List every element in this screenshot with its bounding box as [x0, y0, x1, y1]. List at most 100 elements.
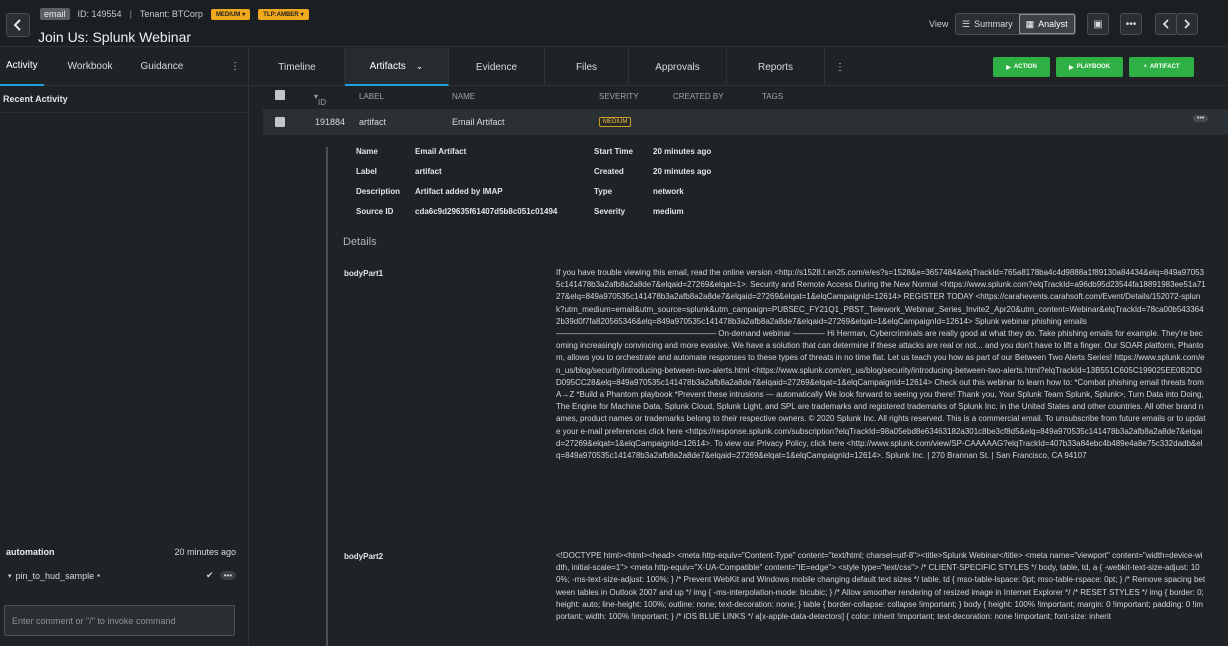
detail-created-key: Created — [594, 167, 624, 176]
chevron-down-icon: ⌄ — [415, 60, 424, 71]
chevron-down-icon: ▾ — [300, 11, 304, 18]
tab-evidence[interactable]: Evidence — [449, 48, 545, 86]
more-icon: ••• — [1125, 18, 1137, 30]
col-severity[interactable]: SEVERITY — [599, 92, 639, 101]
case-id: ID: 149554 — [77, 9, 122, 19]
table-header: ▾ ID LABEL NAME SEVERITY CREATED BY TAGS — [263, 86, 1208, 108]
automation-entry: automation 20 minutes ago — [6, 547, 236, 557]
artifact-label: ARTIFACT — [1149, 64, 1180, 70]
tab-artifacts-label: Artifacts — [369, 60, 406, 72]
body-part1-text: If you have trouble viewing this email, … — [556, 268, 1206, 461]
container-type-tag: email — [40, 8, 70, 20]
col-created-by[interactable]: CREATED BY — [673, 92, 724, 101]
detail-severity-key: Severity — [594, 207, 626, 216]
tab-reports[interactable]: Reports — [727, 48, 825, 86]
detail-source-id-key: Source ID — [356, 207, 394, 216]
left-pane: Activity Workbook Guidance ⋮ Recent Acti… — [0, 48, 249, 646]
row-id: 191884 — [315, 117, 346, 127]
tab-timeline[interactable]: Timeline — [250, 48, 345, 86]
chevron-right-icon — [1184, 19, 1191, 29]
briefcase-button[interactable]: ▣ — [1087, 13, 1109, 35]
detail-description-value: Artifact added by IMAP — [415, 187, 503, 196]
detail-source-id-value: cda6c9d29635f61407d5b8c051c01494 — [415, 207, 558, 216]
left-tabs: Activity Workbook Guidance ⋮ — [0, 48, 248, 86]
view-summary-label: Summary — [974, 19, 1013, 29]
automation-label: automation — [6, 547, 55, 557]
col-name[interactable]: NAME — [452, 92, 475, 101]
col-tags[interactable]: TAGS — [762, 92, 783, 101]
next-case-button[interactable] — [1176, 13, 1198, 35]
tab-files[interactable]: Files — [545, 48, 629, 86]
tab-approvals[interactable]: Approvals — [629, 48, 727, 86]
detail-start-time-key: Start Time — [594, 147, 633, 156]
severity-label: MEDIUM — [215, 11, 241, 18]
image-icon: ▪ — [97, 571, 100, 580]
tlp-dropdown[interactable]: TLP:AMBER ▾ — [258, 8, 309, 20]
table-row[interactable]: 191884 artifact Email Artifact MEDIUM ••… — [263, 109, 1228, 135]
playbook-name: pin_to_hud_sample — [15, 570, 95, 581]
caret-down-icon: ▾ — [8, 572, 12, 580]
detail-type-value: network — [653, 187, 684, 196]
detail-label-value: artifact — [415, 167, 442, 176]
playbook-label: PLAYBOOK — [1076, 64, 1111, 70]
add-artifact-button[interactable]: + ARTIFACT — [1129, 57, 1194, 77]
row-checkbox[interactable] — [275, 117, 285, 127]
playbook-button[interactable]: ▶ PLAYBOOK — [1056, 57, 1123, 77]
col-label[interactable]: LABEL — [359, 92, 384, 101]
list-icon: ☰ — [962, 18, 971, 29]
view-analyst-button[interactable]: ▦ Analyst — [1018, 14, 1075, 34]
body-part1-label: bodyPart1 — [344, 269, 384, 278]
tabs-menu-icon[interactable]: ⋮ — [825, 48, 855, 86]
col-id-label: ID — [318, 98, 327, 107]
artifacts-panel: ▾ ID LABEL NAME SEVERITY CREATED BY TAGS… — [250, 86, 1228, 646]
chevron-down-icon: ▾ — [242, 11, 246, 18]
case-title: Join Us: Splunk Webinar — [38, 29, 192, 45]
back-button[interactable] — [6, 13, 30, 37]
body-part2-text: <!DOCTYPE html><html><head> <meta http-e… — [556, 551, 1206, 622]
row-severity-badge: MEDIUM — [599, 117, 632, 127]
tab-activity[interactable]: Activity — [0, 48, 44, 86]
check-icon: ✔ — [206, 570, 214, 580]
detail-start-time-value: 20 minutes ago — [653, 147, 712, 156]
divider — [0, 112, 249, 113]
row-label: artifact — [359, 117, 387, 127]
tab-guidance[interactable]: Guidance — [135, 48, 190, 86]
play-icon: ▶ — [1006, 64, 1011, 71]
chevron-left-icon — [13, 19, 21, 31]
play-icon: ▶ — [1068, 64, 1074, 71]
detail-description-key: Description — [356, 187, 401, 196]
view-label: View — [929, 19, 949, 29]
comment-input[interactable]: Enter comment or "/" to invoke command — [4, 605, 235, 636]
select-all-checkbox[interactable] — [275, 90, 285, 100]
col-id[interactable]: ▾ ID — [314, 92, 326, 107]
view-analyst-label: Analyst — [1038, 19, 1068, 29]
automation-time: 20 minutes ago — [174, 547, 236, 557]
briefcase-icon: ▣ — [1093, 18, 1103, 30]
tlp-label: TLP:AMBER — [263, 11, 299, 18]
recent-activity-heading: Recent Activity — [3, 94, 68, 104]
action-button[interactable]: ▶ ACTION — [993, 57, 1050, 77]
case-header: email ID: 149554 | Tenant: BTCorp MEDIUM… — [0, 0, 1228, 47]
row-more-icon[interactable]: ••• — [1193, 115, 1209, 122]
more-options-button[interactable]: ••• — [1120, 13, 1142, 35]
chevron-left-icon — [1162, 19, 1169, 29]
tab-workbook[interactable]: Workbook — [62, 48, 119, 86]
detail-created-value: 20 minutes ago — [653, 167, 712, 176]
severity-dropdown[interactable]: MEDIUM ▾ — [210, 8, 251, 20]
row-name: Email Artifact — [452, 117, 505, 127]
action-label: ACTION — [1013, 64, 1037, 70]
view-toggle: ☰ Summary ▦ Analyst — [955, 13, 1076, 35]
detail-label-key: Label — [356, 167, 377, 176]
header-separator: | — [129, 9, 132, 19]
details-heading: Details — [343, 236, 377, 248]
detail-severity-value: medium — [653, 207, 684, 216]
more-icon[interactable]: ••• — [219, 571, 236, 580]
tenant-label: Tenant: BTCorp — [139, 9, 203, 19]
view-summary-button[interactable]: ☰ Summary — [956, 14, 1019, 34]
tab-artifacts[interactable]: Artifacts ⌄ — [345, 48, 449, 86]
playbook-run-item[interactable]: ▾ pin_to_hud_sample ▪ ✔ ••• — [8, 570, 236, 581]
previous-case-button[interactable] — [1155, 13, 1177, 35]
plus-icon: + — [1143, 64, 1147, 70]
left-tabs-menu-icon[interactable]: ⋮ — [224, 48, 246, 86]
grid-icon: ▦ — [1025, 18, 1035, 29]
